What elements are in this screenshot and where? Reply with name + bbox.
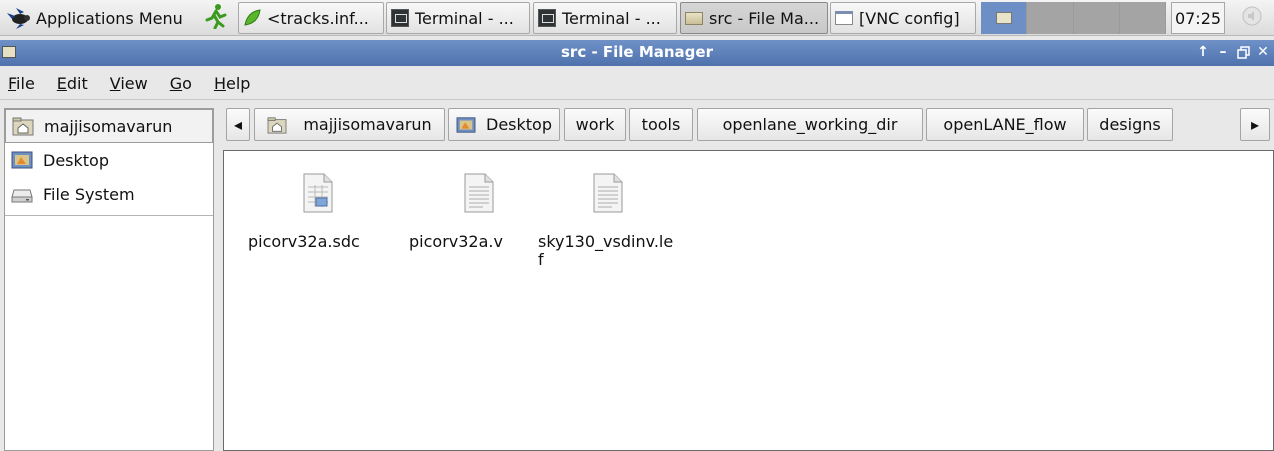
menu-edit[interactable]: Edit <box>57 74 88 93</box>
running-man-icon <box>204 3 228 33</box>
menu-bar: File Edit View Go Help <box>0 68 1274 100</box>
menu-edit-key: E <box>56 74 67 93</box>
close-button[interactable]: ✕ <box>1256 42 1270 62</box>
maximize-icon <box>1236 45 1250 59</box>
menu-view-label: iew <box>120 74 148 93</box>
task-tracks[interactable]: <tracks.inf... <box>238 2 384 34</box>
spreadsheet-file-icon <box>302 173 334 213</box>
applications-menu-button[interactable]: Applications Menu <box>2 2 202 34</box>
path-scroll-right-button[interactable]: ▸ <box>1240 108 1270 141</box>
top-panel: Applications Menu <tracks.inf... Termina… <box>0 0 1274 36</box>
menu-file[interactable]: File <box>8 74 35 93</box>
task-terminal-2[interactable]: Terminal - ... <box>533 2 677 34</box>
menu-go-key: G <box>169 74 183 93</box>
sidebar-item-label: Desktop <box>43 150 109 170</box>
text-file-icon <box>463 173 495 213</box>
crumb-label: openlane_working_dir <box>722 115 898 134</box>
file-name: picorv32a.sdc <box>248 232 360 251</box>
minimize-button[interactable]: – <box>1216 42 1230 62</box>
terminal-icon <box>538 9 556 27</box>
window-titlebar[interactable]: src - File Manager ↑ – ✕ <box>0 40 1274 66</box>
task-label: src - File Ma... <box>709 8 820 28</box>
terminal-icon <box>391 9 409 27</box>
workspace-1[interactable] <box>981 2 1028 34</box>
menu-go[interactable]: Go <box>170 74 192 93</box>
maximize-button[interactable] <box>1236 42 1250 62</box>
text-file-icon <box>592 173 624 213</box>
menu-view-key: V <box>109 74 121 93</box>
path-bar: ◂ majjisomavarun Desktop work tools open… <box>226 108 1270 142</box>
shade-button[interactable]: ↑ <box>1196 42 1210 62</box>
menu-help[interactable]: Help <box>214 74 250 93</box>
task-label: <tracks.inf... <box>267 8 369 28</box>
leaf-icon <box>243 9 261 27</box>
run-program-button[interactable] <box>200 2 232 34</box>
file-item-lef[interactable]: sky130_vsdinv.lef <box>538 173 678 269</box>
sidebar-item-home[interactable]: majjisomavarun <box>5 109 213 143</box>
crumb-label: tools <box>641 115 681 134</box>
crumb-work[interactable]: work <box>564 108 626 141</box>
file-icon-view[interactable]: picorv32a.sdc picorv32a.v sky130_vsdinv.… <box>223 150 1274 451</box>
menu-file-label: ile <box>16 74 35 93</box>
menu-help-key: H <box>213 74 226 93</box>
menu-go-label: o <box>182 74 192 93</box>
crumb-label: Desktop <box>486 115 552 134</box>
sidebar-item-desktop[interactable]: Desktop <box>5 143 213 177</box>
speaker-icon <box>1241 5 1263 31</box>
crumb-label: majjisomavarun <box>303 115 432 134</box>
sidebar-item-label: File System <box>43 184 135 204</box>
workspace-2[interactable] <box>1027 2 1074 34</box>
sidebar-item-label: majjisomavarun <box>44 116 173 136</box>
file-name: sky130_vsdinv.lef <box>538 232 674 269</box>
crumb-designs[interactable]: designs <box>1087 108 1173 141</box>
crumb-openlane-working-dir[interactable]: openlane_working_dir <box>697 108 923 141</box>
file-item-sdc[interactable]: picorv32a.sdc <box>248 173 388 251</box>
menu-file-key: F <box>8 74 17 93</box>
arrow-left-icon: ◂ <box>233 115 243 134</box>
crumb-label: work <box>575 115 615 134</box>
desktop-icon <box>456 116 476 134</box>
crumb-openlane-flow[interactable]: openLANE_flow <box>926 108 1084 141</box>
sidebar-separator <box>5 215 213 216</box>
task-file-manager[interactable]: src - File Ma... <box>680 2 828 34</box>
drive-icon <box>11 184 33 204</box>
workspace-switcher <box>981 2 1166 34</box>
crumb-home[interactable]: majjisomavarun <box>254 108 445 141</box>
home-folder-icon <box>12 116 34 136</box>
workspace-window-icon <box>995 12 1012 24</box>
workspace-3[interactable] <box>1073 2 1120 34</box>
window-icon <box>835 11 853 25</box>
crumb-label: openLANE_flow <box>943 115 1067 134</box>
applications-menu-label: Applications Menu <box>36 8 183 28</box>
system-tray[interactable] <box>1230 2 1274 34</box>
path-scroll-left-button[interactable]: ◂ <box>226 108 250 141</box>
folder-icon <box>685 11 703 25</box>
task-vnc-config[interactable]: [VNC config] <box>830 2 976 34</box>
task-label: [VNC config] <box>859 8 960 28</box>
task-label: Terminal - ... <box>415 8 514 28</box>
menu-help-label: elp <box>225 74 251 93</box>
sidebar-item-filesystem[interactable]: File System <box>5 177 213 211</box>
crumb-tools[interactable]: tools <box>629 108 693 141</box>
arrow-right-icon: ▸ <box>1250 115 1260 134</box>
sidebar: majjisomavarun Desktop File System <box>4 108 214 451</box>
window-controls: ↑ – ✕ <box>1196 42 1270 62</box>
home-folder-icon <box>267 116 287 134</box>
file-name: picorv32a.v <box>409 232 503 251</box>
task-label: Terminal - ... <box>562 8 661 28</box>
menu-edit-label: dit <box>66 74 88 93</box>
file-item-v[interactable]: picorv32a.v <box>409 173 549 251</box>
task-terminal-1[interactable]: Terminal - ... <box>386 2 530 34</box>
window-title: src - File Manager <box>561 43 713 61</box>
clock[interactable]: 07:25 <box>1171 2 1225 34</box>
desktop-icon <box>11 150 33 170</box>
applications-menu-icon <box>6 7 32 29</box>
crumb-label: designs <box>1099 115 1161 134</box>
workspace-4[interactable] <box>1119 2 1166 34</box>
crumb-desktop[interactable]: Desktop <box>448 108 560 141</box>
menu-view[interactable]: View <box>110 74 148 93</box>
